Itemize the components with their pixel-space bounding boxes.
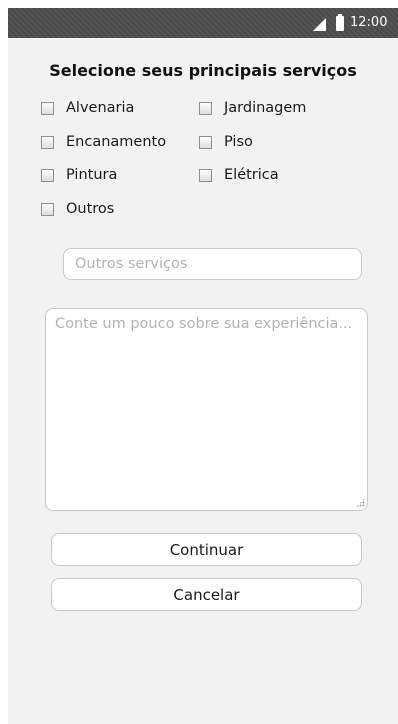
- checkbox-box[interactable]: [41, 202, 54, 216]
- other-services-input[interactable]: [63, 248, 362, 280]
- checkbox-label: Outros: [66, 201, 115, 217]
- phone-screen: 12:00 Selecione seus principais serviços…: [8, 8, 398, 724]
- checkbox-label: Pintura: [66, 167, 118, 183]
- battery-icon: [336, 14, 344, 31]
- signal-icon: [313, 18, 326, 31]
- checkbox-label: Piso: [224, 134, 253, 150]
- checkbox-box[interactable]: [199, 135, 212, 149]
- checkbox-label: Alvenaria: [66, 100, 135, 116]
- checkbox-piso[interactable]: Piso: [199, 132, 253, 152]
- checkbox-box[interactable]: [41, 101, 54, 115]
- checkbox-box[interactable]: [199, 101, 212, 115]
- checkbox-label: Encanamento: [66, 134, 167, 150]
- checkbox-box[interactable]: [199, 168, 212, 182]
- cancel-button[interactable]: Cancelar: [51, 578, 362, 611]
- checkbox-label: Jardinagem: [224, 100, 307, 116]
- continue-button[interactable]: Continuar: [51, 533, 362, 566]
- checkbox-jardinagem[interactable]: Jardinagem: [199, 98, 306, 118]
- checkbox-encanamento[interactable]: Encanamento: [41, 132, 166, 152]
- checkbox-box[interactable]: [41, 168, 54, 182]
- checkbox-alvenaria[interactable]: Alvenaria: [41, 98, 134, 118]
- checkbox-box[interactable]: [41, 135, 54, 149]
- experience-textarea[interactable]: [45, 308, 368, 511]
- checkbox-eletrica[interactable]: Elétrica: [199, 165, 279, 185]
- checkbox-outros[interactable]: Outros: [41, 199, 114, 219]
- checkbox-label: Elétrica: [224, 167, 279, 183]
- checkbox-pintura[interactable]: Pintura: [41, 165, 117, 185]
- status-bar: 12:00: [8, 8, 398, 38]
- status-clock: 12:00: [350, 15, 388, 30]
- page-title: Selecione seus principais serviços: [49, 61, 357, 80]
